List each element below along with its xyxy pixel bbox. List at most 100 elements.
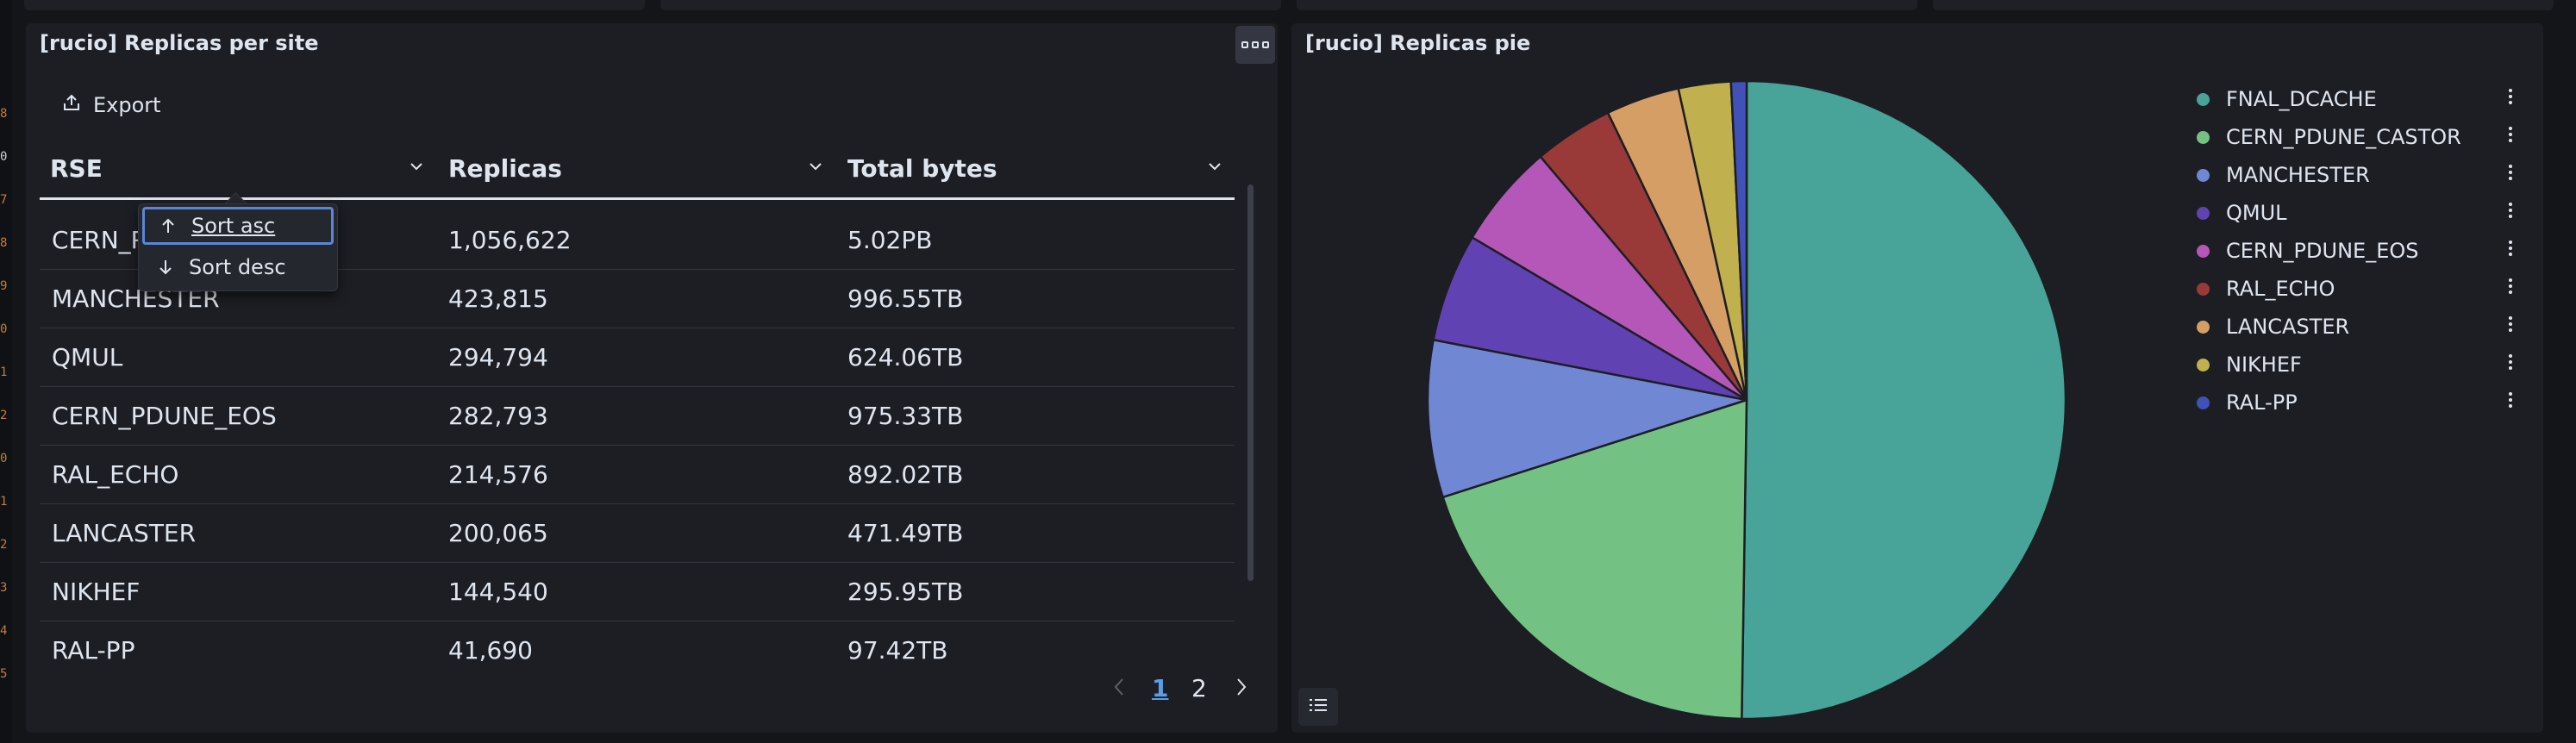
cell-bytes: 471.49TB: [847, 518, 964, 547]
kebab-dot: [2509, 171, 2512, 174]
kebab-dot: [2509, 89, 2512, 92]
legend-color-swatch: [2197, 206, 2210, 220]
table-row: QMUL 294,794 624.06TB: [40, 328, 1235, 387]
legend-color-swatch: [2197, 92, 2210, 106]
table-scrollbar[interactable]: [1247, 184, 1254, 581]
chevron-down-icon[interactable]: [806, 157, 825, 179]
table-row: RAL_ECHO 214,576 892.02TB: [40, 445, 1235, 504]
pagination-page-1[interactable]: 1: [1152, 674, 1168, 702]
legend-item[interactable]: CERN_PDUNE_CASTOR: [2197, 120, 2524, 154]
legend-label[interactable]: NIKHEF: [2226, 353, 2302, 377]
pagination-next-button[interactable]: [1233, 674, 1250, 706]
pie-chart: [1426, 79, 2067, 721]
legend-label[interactable]: RAL_ECHO: [2226, 277, 2335, 301]
legend-toggle-button[interactable]: [1298, 688, 1338, 726]
column-header-total-bytes[interactable]: Total bytes: [847, 148, 997, 188]
kebab-dot: [2509, 322, 2512, 326]
legend-item[interactable]: RAL_ECHO: [2197, 272, 2524, 306]
kebab-icon[interactable]: [2507, 392, 2514, 408]
arrow-down-icon: [142, 258, 189, 277]
kebab-icon[interactable]: [2507, 127, 2514, 142]
arrow-up-icon: [145, 216, 191, 235]
editor-gutter: 8 0 7 8 9 0 1 2 0 1 2 3 4 5: [0, 0, 12, 743]
cell-bytes: 97.42TB: [847, 635, 948, 665]
kebab-dot: [2509, 278, 2512, 282]
legend-label[interactable]: MANCHESTER: [2226, 163, 2370, 187]
panel-options-button[interactable]: [1235, 26, 1275, 64]
sort-desc-option[interactable]: Sort desc: [142, 248, 334, 286]
kebab-icon[interactable]: [2507, 316, 2514, 332]
kebab-dot: [2509, 253, 2512, 256]
kebab-dot: [2509, 404, 2512, 408]
cell-bytes: 892.02TB: [847, 459, 964, 489]
kebab-dot: [2509, 366, 2512, 370]
cell-bytes: 295.95TB: [847, 577, 964, 606]
kebab-dot: [2509, 209, 2512, 212]
kebab-dot: [2509, 328, 2512, 332]
legend-label[interactable]: QMUL: [2226, 201, 2287, 225]
pie-slice-fnal-dcache[interactable]: [1741, 79, 2067, 721]
legend-item[interactable]: CERN_PDUNE_EOS: [2197, 234, 2524, 268]
kebab-icon[interactable]: [2507, 354, 2514, 370]
cell-replicas: 1,056,622: [448, 225, 572, 254]
legend-color-swatch: [2197, 320, 2210, 334]
chevron-down-icon[interactable]: [1205, 157, 1224, 179]
gutter-digit: 7: [0, 193, 8, 207]
kebab-dot: [2509, 139, 2512, 142]
table-row: RAL-PP 41,690 97.42TB: [40, 621, 1235, 679]
kebab-dot: [2509, 240, 2512, 244]
kebab-icon[interactable]: [2507, 165, 2514, 180]
legend-label[interactable]: RAL-PP: [2226, 390, 2298, 415]
kebab-dot: [2509, 392, 2512, 396]
legend-color-swatch: [2197, 168, 2210, 182]
table-row: CERN_PDUNE_EOS 282,793 975.33TB: [40, 386, 1235, 446]
pagination-prev-button[interactable]: [1110, 674, 1128, 706]
legend-item[interactable]: NIKHEF: [2197, 347, 2524, 382]
legend-label[interactable]: CERN_PDUNE_CASTOR: [2226, 125, 2461, 149]
panel-strip-top: [24, 0, 645, 10]
legend-item[interactable]: RAL-PP: [2197, 385, 2524, 420]
panel-strip-top: [1933, 0, 2554, 10]
column-header-label: RSE: [50, 153, 103, 183]
gutter-digit: 3: [0, 581, 8, 595]
export-icon: [62, 93, 81, 117]
legend-label[interactable]: FNAL_DCACHE: [2226, 87, 2377, 111]
legend-label[interactable]: LANCASTER: [2226, 315, 2349, 339]
sort-asc-option[interactable]: Sort asc: [142, 207, 334, 245]
pagination-page-2[interactable]: 2: [1191, 674, 1207, 702]
legend-color-swatch: [2197, 358, 2210, 372]
kebab-dot: [2509, 360, 2512, 364]
cell-replicas: 214,576: [448, 459, 548, 489]
legend-label[interactable]: CERN_PDUNE_EOS: [2226, 239, 2418, 263]
legend-item[interactable]: LANCASTER: [2197, 309, 2524, 344]
legend-item[interactable]: QMUL: [2197, 196, 2524, 230]
panel-options-icon: [1241, 41, 1248, 48]
gutter-digit: 8: [0, 107, 8, 121]
column-header-rse[interactable]: RSE: [50, 148, 103, 188]
kebab-dot: [2509, 177, 2512, 180]
sort-asc-label: Sort asc: [191, 214, 276, 238]
gutter-digit: 0: [0, 150, 8, 164]
kebab-icon[interactable]: [2507, 240, 2514, 256]
cell-rse: NIKHEF: [52, 577, 141, 606]
kebab-icon[interactable]: [2507, 89, 2514, 104]
table-row: NIKHEF 144,540 295.95TB: [40, 562, 1235, 621]
kebab-icon[interactable]: [2507, 278, 2514, 294]
kebab-dot: [2509, 165, 2512, 168]
export-button[interactable]: Export: [62, 90, 161, 121]
kebab-dot: [2509, 101, 2512, 104]
kebab-icon[interactable]: [2507, 203, 2514, 218]
column-header-replicas[interactable]: Replicas: [448, 148, 562, 188]
chevron-down-icon[interactable]: [407, 157, 426, 179]
gutter-digit: 5: [0, 667, 8, 681]
legend-color-swatch: [2197, 396, 2210, 409]
gutter-digit: 2: [0, 409, 8, 422]
export-label: Export: [93, 93, 161, 117]
sort-desc-label: Sort desc: [189, 255, 286, 279]
gutter-digit: 8: [0, 236, 8, 250]
cell-replicas: 200,065: [448, 518, 548, 547]
legend-item[interactable]: MANCHESTER: [2197, 158, 2524, 192]
cell-bytes: 996.55TB: [847, 284, 964, 313]
cell-rse: CERN_PDUNE_EOS: [52, 401, 277, 430]
legend-item[interactable]: FNAL_DCACHE: [2197, 82, 2524, 116]
